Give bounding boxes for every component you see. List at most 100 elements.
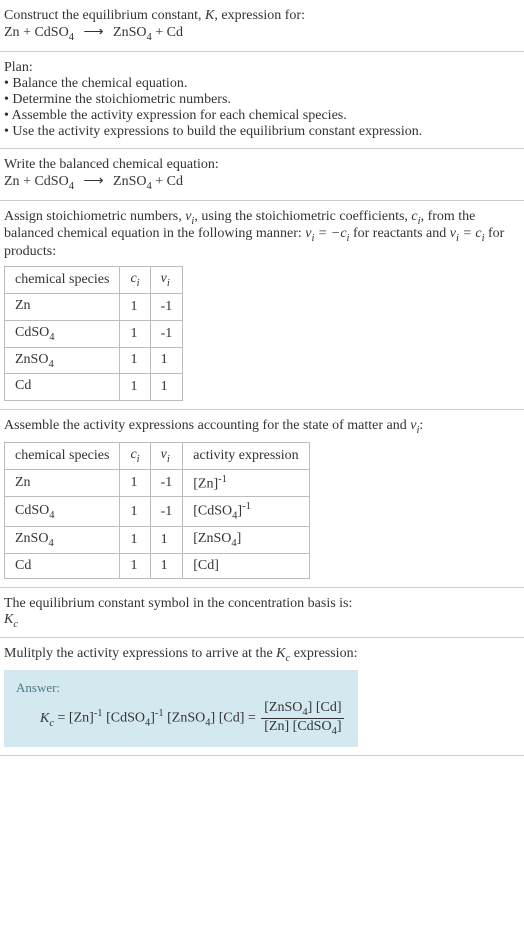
cell-vi: -1 [150, 293, 183, 320]
reactant-zn: Zn [4, 25, 20, 40]
znso4-base2: ZnSO [113, 174, 146, 189]
eq1: = [54, 711, 69, 726]
col-ci: ci [120, 267, 150, 294]
cell-vi: -1 [150, 469, 183, 497]
activity-section: Assemble the activity expressions accoun… [0, 410, 524, 588]
sp: ZnSO [15, 531, 48, 546]
answer-label: Answer: [16, 680, 346, 696]
vi-hi: i [167, 278, 170, 289]
ab: [CdSO [193, 504, 232, 519]
sp: ZnSO [15, 352, 48, 367]
intro-part-a: Construct the equilibrium constant, [4, 8, 205, 23]
vi-eq-ci: νi = ci [450, 226, 485, 241]
cell-ci: 1 [120, 469, 150, 497]
eqp: = [459, 226, 475, 241]
table-row: ZnSO4 1 1 [5, 347, 183, 374]
den-cdso4: [CdSO [289, 719, 331, 734]
denominator: [Zn] [CdSO4] [261, 719, 344, 737]
balanced-section: Write the balanced chemical equation: Zn… [0, 149, 524, 201]
kc-sym3: Kc [40, 711, 54, 726]
vi-eq-neg-ci: νi = −ci [305, 226, 349, 241]
cell-species: Cd [5, 553, 120, 578]
cell-vi: -1 [150, 320, 183, 347]
product-cd: Cd [167, 174, 183, 189]
activity-table: chemical species ci νi activity expressi… [4, 442, 310, 579]
plan-item: Determine the stoichiometric numbers. [4, 92, 520, 108]
zn-inv: [Zn] [69, 711, 94, 726]
plan-item: Balance the chemical equation. [4, 76, 520, 92]
ab: [Cd] [193, 558, 219, 573]
table-row: chemical species ci νi activity expressi… [5, 442, 310, 469]
zn-inv-s: -1 [94, 708, 103, 719]
cell-vi: 1 [150, 526, 183, 553]
cell-species: CdSO4 [5, 497, 120, 526]
table-row: ZnSO4 1 1 [ZnSO4] [5, 526, 310, 553]
cell-species: CdSO4 [5, 320, 120, 347]
cdso4-base: CdSO [34, 25, 68, 40]
ci-h2i: i [137, 454, 140, 465]
num-cd: [Cd] [312, 700, 341, 715]
cell-vi: -1 [150, 497, 183, 526]
den-zn: [Zn] [264, 719, 289, 734]
product-znso4: ZnSO4 [113, 174, 152, 189]
sp: CdSO [15, 325, 49, 340]
ci-sym: ci [411, 209, 420, 224]
kc-sym2: Kc [276, 646, 290, 661]
den-close: ] [337, 719, 342, 734]
znso4-t-c: ] [211, 711, 216, 726]
arrow-icon: ⟶ [83, 173, 103, 190]
col-species: chemical species [5, 267, 120, 294]
plan-item: Assemble the activity expression for eac… [4, 108, 520, 124]
table-row: Zn 1 -1 [5, 293, 183, 320]
vi-sym: νi [185, 209, 194, 224]
cell-ci: 1 [120, 497, 150, 526]
sps: 4 [49, 332, 54, 343]
cdso4-inv-s: -1 [155, 708, 164, 719]
plus-2: + [152, 25, 167, 40]
cell-species: ZnSO4 [5, 526, 120, 553]
znso4-base: ZnSO [113, 25, 146, 40]
table-row: chemical species ci νi [5, 267, 183, 294]
col-vi: νi [150, 442, 183, 469]
plus-1: + [20, 25, 35, 40]
sp: Zn [15, 298, 31, 313]
plan-list: Balance the chemical equation. Determine… [4, 76, 520, 140]
as: -1 [218, 474, 227, 485]
k-symbol: K [205, 8, 214, 23]
cell-activity: [CdSO4]-1 [183, 497, 309, 526]
balanced-equation: Zn + CdSO4 ⟶ ZnSO4 + Cd [4, 173, 520, 192]
col-vi: νi [150, 267, 183, 294]
product-znso4: ZnSO4 [113, 25, 152, 40]
stoich-b: , using the stoichiometric coefficients, [194, 209, 411, 224]
as: -1 [242, 501, 251, 512]
eqneg: = − [314, 226, 340, 241]
col-species: chemical species [5, 442, 120, 469]
kc-k3: K [40, 711, 49, 726]
cell-activity: [Zn]-1 [183, 469, 309, 497]
cell-ci: 1 [120, 293, 150, 320]
table-row: Cd 1 1 [Cd] [5, 553, 310, 578]
kc-k: K [4, 612, 13, 627]
cell-vi: 1 [150, 374, 183, 401]
cdso4-sub: 4 [69, 32, 74, 43]
plan-section: Plan: Balance the chemical equation. Det… [0, 52, 524, 149]
intro-text: Construct the equilibrium constant, K, e… [4, 8, 520, 24]
multiply-text: Mulitply the activity expressions to arr… [4, 646, 520, 664]
stoich-table: chemical species ci νi Zn 1 -1 CdSO4 1 -… [4, 266, 183, 401]
intro-part-b: , expression for: [214, 8, 305, 23]
cell-vi: 1 [150, 553, 183, 578]
cell-activity: [Cd] [183, 553, 309, 578]
kc-symbol: Kc [4, 612, 520, 630]
cell-ci: 1 [120, 320, 150, 347]
col-ci: ci [120, 442, 150, 469]
cdso4-inv: [CdSO [106, 711, 145, 726]
balanced-intro: Write the balanced chemical equation: [4, 157, 520, 173]
znso4-t: [ZnSO [167, 711, 205, 726]
ab: [ZnSO [193, 531, 231, 546]
stoich-section: Assign stoichiometric numbers, νi, using… [0, 201, 524, 411]
eq2: = [244, 711, 259, 726]
mt-a: Mulitply the activity expressions to arr… [4, 646, 276, 661]
ci-hi: i [137, 278, 140, 289]
sps: 4 [49, 510, 54, 521]
sp: Cd [15, 378, 31, 393]
